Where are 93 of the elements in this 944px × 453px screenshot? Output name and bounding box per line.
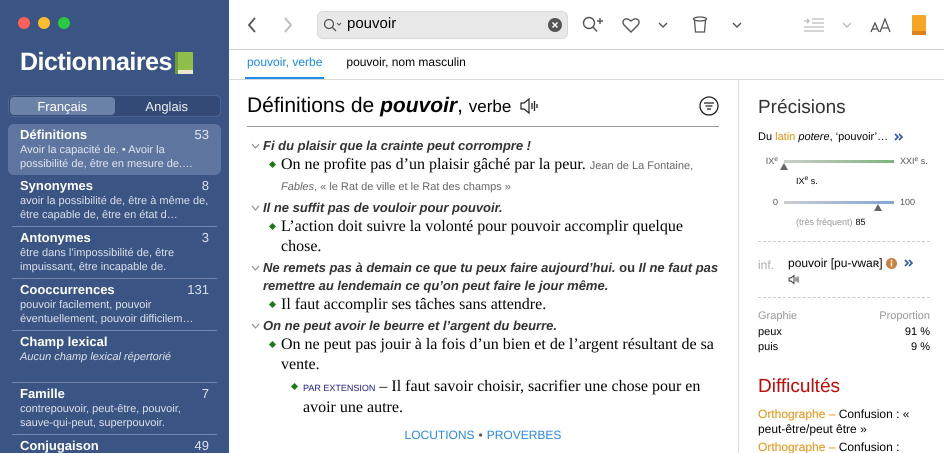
difficulty-note: Orthographe – Confusion : « peut-être/peut être » — [758, 407, 910, 437]
item-title: Synonymes — [20, 178, 93, 194]
scale-start-label: IX$^{e}$ — [764, 155, 778, 168]
sidebar-item[interactable]: Antonymes 3 être dans l’impossibilité de, être impuissant, être incapable de. — [8, 226, 221, 278]
column-header: Graphie — [758, 309, 798, 324]
table-cell: puis — [758, 340, 778, 354]
caret-icon[interactable] — [658, 22, 668, 28]
search-icon — [323, 18, 343, 32]
book-icon[interactable] — [912, 14, 926, 34]
language-tab[interactable]: Français — [10, 96, 114, 114]
zoom-in-icon[interactable] — [582, 16, 604, 34]
clear-search-icon[interactable] — [548, 18, 562, 32]
example-text: On ne profite pas d’un plaisir gâché par la peur. Jean de La Fontaine, Fables, « le Rat de ville et le Rat des champs » — [281, 154, 694, 194]
table-cell: 9 % — [911, 340, 930, 354]
info-icon[interactable] — [886, 258, 897, 268]
item-count: 49 — [194, 438, 209, 453]
diamond-bullet-icon — [269, 222, 276, 230]
item-summary: contrepouvoir, peut-être, pouvoir, sauve-qui-peut, superpouvoir. — [20, 402, 182, 430]
item-summary: pouvoir facilement, pouvoir éventuellement, pouvoir difficilem… — [20, 298, 194, 326]
frequency-label: (très fréquent) — [796, 216, 853, 226]
sidebar-item[interactable]: Conjugaison 49 — [8, 434, 221, 453]
example-text: Il faut accomplir ses tâches sans attendre. — [281, 294, 546, 314]
expression: On ne peut avoir le beurre et l’argent du beurre. — [263, 316, 558, 334]
example-text: L’action doit suivre la volonté pour pouvoir accomplir quelque chose. — [281, 216, 684, 256]
item-title: Famille — [20, 386, 65, 402]
zoom-window-button[interactable] — [58, 17, 70, 29]
disclosure-chevron-icon[interactable] — [251, 204, 260, 210]
item-title: Antonymes — [20, 230, 91, 246]
column-header: Proportion — [879, 309, 930, 324]
example-text: On ne peut pas jouir à la fois d’un bien et de l’argent résultant de sa vente. — [281, 334, 715, 374]
item-title: Champ lexical — [20, 334, 108, 350]
expression: Fi du plaisir que la crainte peut corrompre ! — [263, 136, 531, 154]
item-count: 131 — [187, 282, 209, 298]
expression: Il ne suffit pas de vouloir pour pouvoir. — [263, 198, 503, 216]
article-heading: Définitions de pouvoir, verbe — [247, 93, 512, 119]
section-link[interactable]: LOCUTIONS — [404, 426, 475, 444]
sidebar-item[interactable]: Cooccurrences 131 pouvoir facilement, pouvoir éventuellement, pouvoir difficilem… — [8, 278, 221, 330]
item-count: 53 — [194, 126, 209, 142]
period-value: IX$^{e}$ s. — [795, 174, 819, 188]
item-summary: avoir la possibilité de, être à même de, être capable de, être en état d… — [20, 194, 209, 222]
disclosure-chevron-icon[interactable] — [251, 264, 260, 270]
sidebar-item[interactable]: Définitions 53 Avoir la capacité de. • Avoir la possibilité de, être en mesure de.… — [8, 124, 221, 174]
filter-menu-icon[interactable] — [699, 96, 719, 116]
section-title: Difficultés — [758, 374, 842, 398]
sidebar-item[interactable]: Famille 7 contrepouvoir, peut-être, pouvoir, sauve-qui-peut, superpouvoir. — [8, 382, 221, 434]
frequency-value: 85 — [856, 216, 866, 226]
scale-end-label: XXI$^{e}$ s. — [900, 155, 929, 168]
item-title: Cooccurrences — [20, 282, 115, 298]
item-title: Définitions — [20, 126, 88, 142]
sidebar-item[interactable]: Champ lexical Aucun champ lexical répertorié — [8, 330, 221, 382]
diamond-bullet-icon — [269, 160, 276, 168]
scale-end-label: 100 — [900, 196, 916, 209]
trash-icon[interactable] — [692, 16, 708, 34]
extended-sense: PAR EXTENSION – Il faut savoir choisir, sacrifier une chose pour en avoir une autre. — [303, 376, 702, 418]
book-icon — [174, 50, 194, 75]
app-title: Dictionnaires — [20, 47, 172, 78]
table-cell: 91 % — [904, 324, 930, 340]
section-title: Précisions — [758, 96, 847, 120]
scale-start-label: 0 — [772, 196, 778, 209]
diamond-bullet-icon — [291, 382, 298, 390]
search-field[interactable]: pouvoir — [317, 10, 568, 38]
text-size-icon[interactable] — [870, 16, 892, 32]
diamond-bullet-icon — [269, 300, 276, 308]
separator-dot: • — [478, 426, 483, 444]
heart-icon[interactable] — [622, 16, 640, 32]
item-summary: être dans l’impossibilité de, être impuissant, être incapable de. — [20, 246, 176, 274]
item-count: 3 — [202, 230, 209, 246]
close-window-button[interactable] — [18, 17, 30, 29]
item-summary: Aucun champ lexical répertorié — [20, 350, 172, 364]
item-title: Conjugaison — [20, 438, 99, 453]
speaker-icon[interactable] — [519, 96, 540, 115]
entry-tab[interactable]: pouvoir, nom masculin — [344, 53, 468, 79]
item-summary: Avoir la capacité de. • Avoir la possibilité de, être en mesure de.… — [20, 142, 194, 170]
pronunciation-text: pouvoir [pu-vwaʀ] — [788, 255, 883, 272]
disclosure-chevron-icon[interactable] — [251, 322, 260, 328]
disclosure-chevron-icon[interactable] — [251, 142, 260, 148]
double-chevron-icon[interactable] — [894, 132, 904, 141]
search-input[interactable]: pouvoir — [347, 13, 544, 36]
table-cell: peux — [758, 324, 782, 340]
caret-icon[interactable] — [732, 22, 742, 28]
etymology-text: Du latin potere, ‘pouvoir’… — [758, 130, 888, 144]
expression: Ne remets pas à demain ce que tu peux faire aujourd’hui. ou Il ne faut pas remettre au lendemain ce qu’on peut faire le jour même. — [263, 258, 719, 294]
speaker-icon[interactable] — [788, 274, 800, 285]
item-count: 7 — [202, 386, 209, 402]
diamond-bullet-icon — [269, 340, 276, 348]
minimize-window-button[interactable] — [38, 17, 50, 29]
sidebar-item[interactable]: Synonymes 8 avoir la possibilité de, être à même de, être capable de, être en état d… — [8, 174, 221, 226]
entry-tab[interactable]: pouvoir, verbe — [245, 53, 324, 79]
language-tab[interactable]: Anglais — [114, 96, 219, 114]
double-chevron-icon[interactable] — [904, 259, 914, 267]
section-link[interactable]: PROVERBES — [486, 426, 562, 444]
pronunciation-label: inf. — [758, 257, 774, 274]
item-count: 8 — [202, 178, 209, 194]
